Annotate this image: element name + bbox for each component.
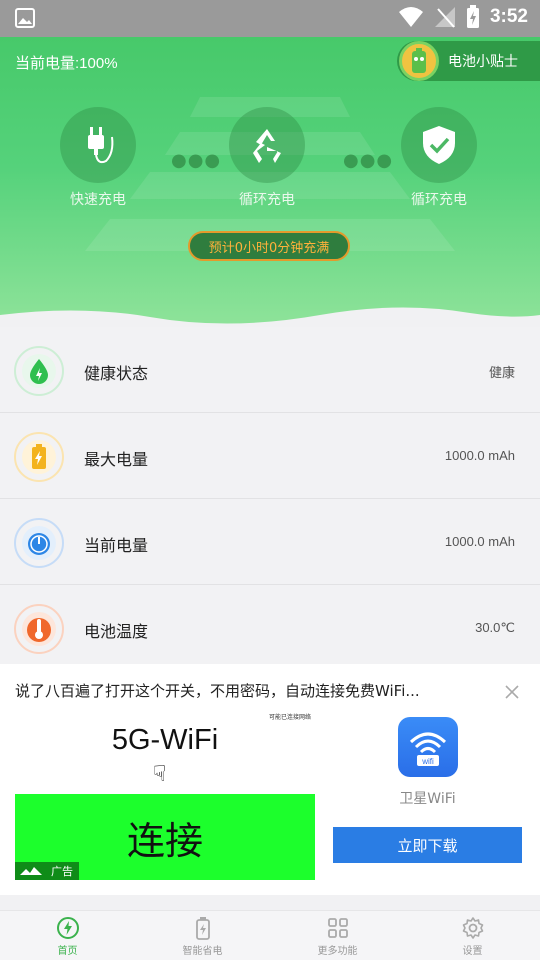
nav-label: 首页 <box>57 946 78 957</box>
nav-label: 更多功能 <box>317 946 358 957</box>
ad-image-connect-text: 连接 <box>126 819 203 863</box>
stat-value: 健康 <box>488 365 515 380</box>
ad-title[interactable]: 说了八百遍了打开这个开关，不用密码，自动连接免费WiFi... <box>15 680 500 701</box>
ad-image-headline: 5G-WiFi <box>111 724 219 756</box>
mode-cycle-charge[interactable]: 循环充电 <box>217 107 317 209</box>
battery-level-text: 当前电量:100% <box>15 55 118 72</box>
download-button[interactable]: 立即下载 <box>333 827 522 863</box>
ad-image[interactable]: 可能已连接网络 5G-WiFi ☟ 连接 广告 <box>15 712 315 880</box>
ad-image-small-text: 可能已连接网络 <box>269 714 312 721</box>
battery-icon <box>14 432 64 482</box>
battery-tips-button[interactable]: 电池小贴士 <box>397 41 540 81</box>
battery-stats-list: 健康状态 健康 最大电量 1000.0 mAh 当前电量 1000.0 mAh … <box>0 327 540 671</box>
plug-icon <box>60 107 136 183</box>
ad-mark-label: 广告 <box>51 865 73 878</box>
shield-check-icon <box>401 107 477 183</box>
wifi-app-icon-text: wifi <box>421 757 434 766</box>
grid-icon <box>327 918 348 938</box>
bottom-nav: 首页 智能省电 更多功能 设置 <box>0 910 540 960</box>
stat-row-max-capacity: 最大电量 1000.0 mAh <box>0 413 540 499</box>
charge-modes: 快速充电 ●●● 循环充电 ●●● 循环充电 <box>0 107 540 217</box>
mode-label: 循环充电 <box>239 192 295 208</box>
nav-item-power-saving[interactable]: 智能省电 <box>135 911 270 960</box>
stat-row-health: 健康状态 健康 <box>0 327 540 413</box>
thermometer-icon <box>14 604 64 654</box>
battery-charging-icon <box>466 5 479 28</box>
nav-item-settings[interactable]: 设置 <box>405 911 540 960</box>
dots-separator: ●●● <box>343 150 394 171</box>
stat-row-temperature: 电池温度 30.0℃ <box>0 585 540 671</box>
tips-label: 电池小贴士 <box>448 54 518 70</box>
stat-value: 1000.0 mAh <box>444 534 515 549</box>
stat-value: 30.0℃ <box>475 620 515 635</box>
wifi-signal-icon <box>398 7 423 27</box>
ad-logo-icon <box>20 867 42 875</box>
lightning-circle-icon <box>56 917 79 939</box>
mode-label: 循环充电 <box>411 192 467 208</box>
drop-icon <box>14 346 64 396</box>
nav-item-home[interactable]: 首页 <box>0 911 135 960</box>
stat-row-current-capacity: 当前电量 1000.0 mAh <box>0 499 540 585</box>
charge-estimate-badge: 预计0小时0分钟充满 <box>188 231 350 261</box>
recycle-icon <box>229 107 305 183</box>
mode-fast-charge[interactable]: 快速充电 <box>48 107 148 209</box>
mode-label: 快速充电 <box>70 192 126 208</box>
ad-image-connect-area: 连接 广告 <box>15 794 315 880</box>
image-notification-icon <box>14 7 36 33</box>
ad-banner[interactable]: 说了八百遍了打开这个开关，不用密码，自动连接免费WiFi... 可能已连接网络 … <box>0 664 540 895</box>
charging-hero: 当前电量:100% 电池小贴士 快速充电 ●●● 循环充电 ●●● 循环充电 预… <box>0 37 540 327</box>
battery-mascot-icon <box>399 41 439 81</box>
stat-label: 当前电量 <box>84 536 149 555</box>
no-signal-icon <box>434 7 455 28</box>
stat-label: 健康状态 <box>84 364 149 383</box>
stat-label: 最大电量 <box>84 450 149 469</box>
ad-mark: 广告 <box>15 862 79 880</box>
battery-charge-icon <box>195 917 210 940</box>
nav-label: 设置 <box>462 946 483 957</box>
mode-trickle-charge[interactable]: 循环充电 <box>389 107 489 209</box>
nav-label: 智能省电 <box>182 946 223 957</box>
ad-app-name: 卫星WiFi <box>399 791 456 807</box>
close-icon[interactable] <box>502 682 522 702</box>
nav-item-more[interactable]: 更多功能 <box>270 911 405 960</box>
stat-value: 1000.0 mAh <box>444 448 515 463</box>
gauge-icon <box>14 518 64 568</box>
status-bar: 3:52 <box>0 0 540 37</box>
wave-divider <box>0 307 540 327</box>
pointing-hand-icon: ☟ <box>153 762 167 787</box>
dots-separator: ●●● <box>171 150 222 171</box>
settings-icon <box>462 917 483 939</box>
wifi-app-icon[interactable]: wifi <box>398 717 458 777</box>
stat-label: 电池温度 <box>84 622 149 641</box>
status-time: 3:52 <box>489 6 528 27</box>
